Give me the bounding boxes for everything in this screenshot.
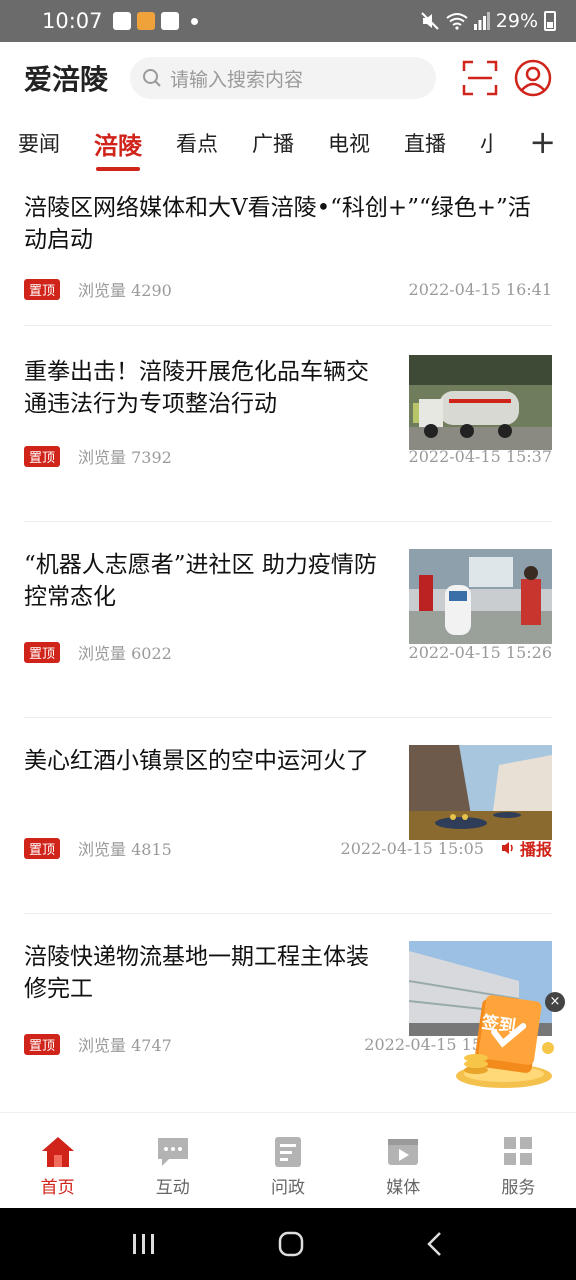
form-icon <box>275 1137 301 1167</box>
list-item[interactable]: 重拳出击！涪陵开展危化品车辆交通违法行为专项整治行动 置顶 浏览量 7392 2… <box>24 326 552 522</box>
tab-fuling[interactable]: 涪陵 <box>94 126 142 171</box>
battery-percent: 29% <box>495 10 538 32</box>
tab-yaowen[interactable]: 要闻 <box>18 128 60 158</box>
channel-tabs: 要闻 涪陵 看点 广播 电视 直播 小 + <box>0 114 576 172</box>
article-meta: 置顶 浏览量 4815 2022-04-15 15:05 播报 <box>24 836 552 860</box>
article-meta: 置顶 浏览量 6022 2022-04-15 15:26 <box>24 640 552 664</box>
mute-icon <box>421 12 439 30</box>
sign-in-label: 签到 <box>480 1012 517 1038</box>
pinned-badge: 置顶 <box>24 837 61 859</box>
article-title: 美心红酒小镇景区的空中运河火了 <box>24 748 369 774</box>
news-feed: 涪陵区网络媒体和大V看涪陵•“科创+”“绿色+”活动启动 置顶 浏览量 4290… <box>24 178 552 1110</box>
list-item[interactable]: 美心红酒小镇景区的空中运河火了 置顶 浏览量 4815 2022-04-15 1… <box>24 718 552 914</box>
speaker-icon <box>501 842 513 854</box>
view-count: 浏览量 4815 <box>78 840 172 859</box>
article-title: 重拳出击！涪陵开展危化品车辆交通违法行为专项整治行动 <box>24 359 369 417</box>
view-count: 浏览量 4747 <box>78 1036 172 1055</box>
tab-kandian[interactable]: 看点 <box>176 128 218 158</box>
status-time: 10:07 <box>42 9 103 33</box>
play-icon <box>388 1139 419 1165</box>
nav-interact-label: 互动 <box>155 1178 190 1198</box>
check-notification-icon <box>160 12 179 30</box>
nav-wenzheng[interactable]: 问政 <box>230 1113 345 1208</box>
nav-service[interactable]: 服务 <box>461 1113 576 1208</box>
pinned-badge: 置顶 <box>24 1033 61 1055</box>
publish-date: 2022-04-15 15:05 <box>340 838 484 858</box>
sign-in-close-button[interactable]: × <box>545 992 565 1012</box>
publish-date: 2022-04-15 15:37 <box>408 446 552 466</box>
nav-media[interactable]: 媒体 <box>346 1113 461 1208</box>
user-profile-icon[interactable] <box>514 59 552 97</box>
scan-icon[interactable] <box>462 60 498 96</box>
gallery-notification-icon <box>112 12 131 30</box>
broadcast-button[interactable]: 播报 <box>500 836 552 860</box>
home-button-icon[interactable] <box>278 1231 304 1257</box>
more-notifications-icon <box>190 17 198 25</box>
article-title: 涪陵快递物流基地一期工程主体装修完工 <box>24 944 369 1002</box>
app-logo: 爱涪陵 <box>24 63 109 96</box>
nav-service-label: 服务 <box>501 1178 536 1198</box>
list-item[interactable]: 涪陵区网络媒体和大V看涪陵•“科创+”“绿色+”活动启动 置顶 浏览量 4290… <box>24 178 552 326</box>
tab-partial[interactable]: 小 <box>480 128 494 158</box>
status-bar: 10:07 29% <box>0 0 576 42</box>
article-meta: 置顶 浏览量 4290 2022-04-15 16:41 <box>24 277 552 301</box>
pinned-badge: 置顶 <box>24 641 61 663</box>
view-count: 浏览量 6022 <box>78 644 172 663</box>
search-input[interactable]: 请输入搜索内容 <box>130 57 436 99</box>
search-icon <box>143 69 161 87</box>
article-thumbnail <box>409 355 552 450</box>
search-placeholder: 请输入搜索内容 <box>170 68 304 91</box>
app-header: 爱涪陵 请输入搜索内容 <box>0 42 576 114</box>
article-thumbnail <box>409 745 552 840</box>
nav-media-label: 媒体 <box>386 1178 421 1198</box>
publish-date: 2022-04-15 16:41 <box>408 279 552 299</box>
wifi-icon <box>446 13 468 30</box>
view-count: 浏览量 4290 <box>78 281 172 300</box>
home-icon <box>41 1137 74 1167</box>
battery-icon <box>544 11 556 31</box>
bottom-navigation: 首页 互动 问政 媒体 服务 <box>0 1112 576 1208</box>
grid-icon <box>504 1137 533 1165</box>
nav-wenzheng-label: 问政 <box>271 1178 305 1198</box>
tab-dianshi[interactable]: 电视 <box>328 128 370 158</box>
nav-home-label: 首页 <box>40 1178 75 1198</box>
article-title: “机器人志愿者”进社区 助力疫情防控常态化 <box>24 552 377 610</box>
nav-interact[interactable]: 互动 <box>115 1113 230 1208</box>
signal-icon <box>473 12 490 30</box>
view-count: 浏览量 7392 <box>78 448 172 467</box>
tab-zhibo[interactable]: 直播 <box>404 128 446 158</box>
list-item[interactable]: “机器人志愿者”进社区 助力疫情防控常态化 置顶 浏览量 6022 2022-0… <box>24 522 552 718</box>
nav-home[interactable]: 首页 <box>0 1113 115 1208</box>
back-icon[interactable] <box>425 1231 445 1257</box>
pinned-badge: 置顶 <box>24 445 61 467</box>
chat-icon <box>157 1138 188 1166</box>
article-meta: 置顶 浏览量 7392 2022-04-15 15:37 <box>24 444 552 468</box>
publish-date: 2022-04-15 15:26 <box>408 642 552 662</box>
article-thumbnail <box>409 549 552 644</box>
pinned-badge: 置顶 <box>24 278 61 300</box>
recent-apps-icon[interactable] <box>131 1232 157 1256</box>
tab-guangbo[interactable]: 广播 <box>252 128 294 158</box>
article-title: 涪陵区网络媒体和大V看涪陵•“科创+”“绿色+”活动启动 <box>24 195 531 253</box>
system-navigation-bar <box>0 1208 576 1280</box>
add-channel-button[interactable]: + <box>529 124 556 160</box>
app-notification-icon <box>136 12 155 30</box>
broadcast-label: 播报 <box>519 840 552 859</box>
